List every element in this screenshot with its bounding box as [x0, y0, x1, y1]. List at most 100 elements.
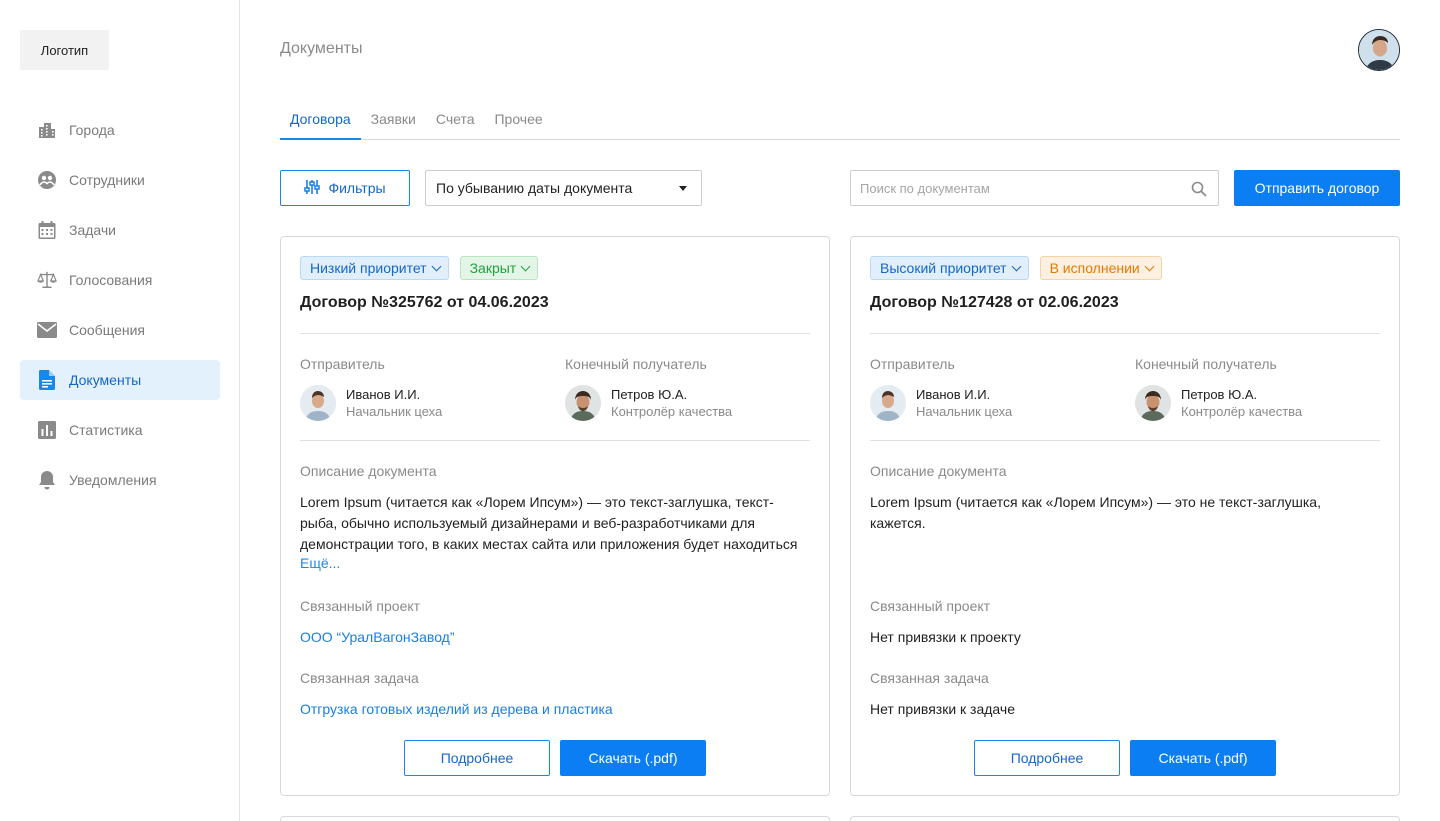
bell-icon: [37, 470, 57, 490]
chevron-down-icon: [1011, 261, 1022, 271]
task-link[interactable]: Отгрузка готовых изделий из дерева и пла…: [300, 701, 613, 717]
recipient-role: Контролёр качества: [611, 404, 733, 419]
recipient-avatar: [565, 385, 601, 421]
sidebar: Логотип Города Сотрудники Задачи Голосов…: [0, 0, 240, 821]
recipient: Петров Ю.А. Контролёр качества: [565, 385, 732, 421]
details-button[interactable]: Подробнее: [404, 740, 550, 776]
divider: [300, 333, 810, 334]
caret-down-icon: [679, 186, 687, 191]
task-label: Связанная задача: [300, 670, 419, 686]
sender-label: Отправитель: [300, 356, 385, 372]
recipient-role: Контролёр качества: [1181, 404, 1303, 419]
tab-contracts[interactable]: Договора: [280, 100, 361, 140]
search-box: [850, 170, 1219, 206]
sidebar-item-label: Документы: [69, 372, 142, 388]
tab-requests[interactable]: Заявки: [361, 100, 426, 140]
search-icon[interactable]: [1191, 181, 1207, 202]
sender-role: Начальник цеха: [346, 404, 443, 419]
project-label: Связанный проект: [300, 598, 421, 614]
sender-role: Начальник цеха: [916, 404, 1013, 419]
tab-other[interactable]: Прочее: [484, 100, 552, 140]
priority-badge[interactable]: Низкий приоритет: [300, 256, 449, 280]
buildings-icon: [37, 120, 57, 140]
contract-card-partial: [280, 816, 830, 821]
search-input[interactable]: [851, 171, 1218, 205]
sidebar-item-notifications[interactable]: Уведомления: [20, 460, 220, 500]
sidebar-item-label: Голосования: [69, 272, 153, 288]
contract-title: Договор №127428 от 02.06.2023: [870, 294, 1119, 311]
project-link[interactable]: ООО “УралВагонЗавод”: [300, 629, 455, 645]
description-label: Описание документа: [870, 463, 1007, 479]
status-badge[interactable]: Закрыт: [459, 256, 539, 280]
task-value: Нет привязки к задаче: [870, 701, 1015, 717]
priority-badge[interactable]: Высокий приоритет: [870, 256, 1029, 280]
document-tabs: Договора Заявки Счета Прочее: [280, 100, 1400, 140]
sliders-icon: [304, 179, 321, 198]
download-pdf-button[interactable]: Скачать (.pdf): [1130, 740, 1276, 776]
divider: [870, 440, 1380, 441]
description-text: Lorem Ipsum (читается как «Лорем Ипсум»)…: [870, 494, 1321, 531]
main-content: Документы Договора Заявки Счета Прочее Ф…: [280, 0, 1400, 821]
sidebar-item-label: Задачи: [69, 222, 117, 238]
recipient-label: Конечный получатель: [565, 356, 707, 372]
chevron-down-icon: [520, 261, 531, 271]
recipient-avatar: [1135, 385, 1171, 421]
download-pdf-button[interactable]: Скачать (.pdf): [560, 740, 706, 776]
sidebar-item-label: Уведомления: [69, 472, 157, 488]
contract-card-partial: [850, 816, 1400, 821]
details-button[interactable]: Подробнее: [974, 740, 1120, 776]
priority-label: Высокий приоритет: [880, 260, 1007, 276]
sidebar-item-tasks[interactable]: Задачи: [20, 210, 220, 250]
logo[interactable]: Логотип: [20, 30, 109, 70]
envelope-icon: [37, 320, 57, 340]
card-badges: Низкий приоритет Закрыт: [300, 256, 539, 280]
sidebar-item-label: Сообщения: [69, 322, 145, 338]
show-more-link[interactable]: Ещё...: [300, 555, 340, 571]
contract-card: Низкий приоритет Закрыт Договор №325762 …: [280, 236, 830, 796]
recipient-label: Конечный получатель: [1135, 356, 1277, 372]
contract-card: Высокий приоритет В исполнении Договор №…: [850, 236, 1400, 796]
sidebar-item-statistics[interactable]: Статистика: [20, 410, 220, 450]
tab-invoices[interactable]: Счета: [426, 100, 485, 140]
task-label: Связанная задача: [870, 670, 989, 686]
sidebar-item-employees[interactable]: Сотрудники: [20, 160, 220, 200]
sidebar-item-documents[interactable]: Документы: [20, 360, 220, 400]
divider: [870, 333, 1380, 334]
sender: Иванов И.И. Начальник цеха: [300, 385, 442, 421]
sidebar-item-votes[interactable]: Голосования: [20, 260, 220, 300]
sidebar-item-cities[interactable]: Города: [20, 110, 220, 150]
calendar-icon: [37, 220, 57, 240]
user-avatar[interactable]: [1358, 29, 1400, 71]
sort-select[interactable]: По убыванию даты документа: [425, 170, 702, 206]
filters-button[interactable]: Фильтры: [280, 170, 410, 206]
card-badges: Высокий приоритет В исполнении: [870, 256, 1162, 280]
scales-icon: [37, 270, 57, 290]
sidebar-nav: Города Сотрудники Задачи Голосования Соо…: [20, 110, 220, 510]
sidebar-item-messages[interactable]: Сообщения: [20, 310, 220, 350]
recipient-name: Петров Ю.А.: [1181, 387, 1258, 402]
sidebar-item-label: Города: [69, 122, 115, 138]
people-icon: [37, 170, 57, 190]
description-text: Lorem Ipsum (читается как «Лорем Ипсум»)…: [300, 494, 798, 552]
chevron-down-icon: [1144, 261, 1155, 271]
recipient-name: Петров Ю.А.: [611, 387, 688, 402]
divider: [300, 440, 810, 441]
sender: Иванов И.И. Начальник цеха: [870, 385, 1012, 421]
send-contract-button[interactable]: Отправить договор: [1234, 170, 1400, 206]
status-label: Закрыт: [469, 260, 517, 276]
status-badge[interactable]: В исполнении: [1039, 256, 1162, 280]
status-label: В исполнении: [1049, 260, 1140, 276]
sidebar-item-label: Сотрудники: [69, 172, 145, 188]
project-label: Связанный проект: [870, 598, 991, 614]
sender-name: Иванов И.И.: [346, 387, 421, 402]
bar-chart-icon: [37, 420, 57, 440]
sidebar-item-label: Статистика: [69, 422, 143, 438]
page-title: Документы: [280, 40, 363, 57]
document-icon: [37, 370, 57, 390]
contract-title: Договор №325762 от 04.06.2023: [300, 294, 549, 311]
priority-label: Низкий приоритет: [310, 260, 427, 276]
chevron-down-icon: [431, 261, 442, 271]
sender-label: Отправитель: [870, 356, 955, 372]
project-value: Нет привязки к проекту: [870, 629, 1021, 645]
description-label: Описание документа: [300, 463, 437, 479]
